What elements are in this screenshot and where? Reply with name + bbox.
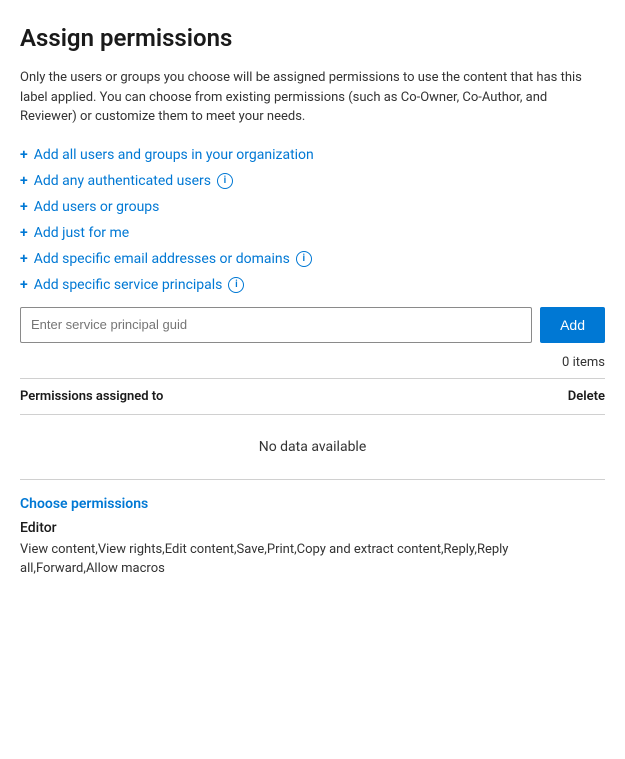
add-email-domains-label: Add specific email addresses or domains: [34, 251, 290, 267]
add-just-me-label: Add just for me: [34, 225, 130, 241]
plus-icon-4: +: [20, 225, 28, 241]
add-all-users-link[interactable]: + Add all users and groups in your organ…: [20, 147, 605, 163]
description-text: Only the users or groups you choose will…: [20, 68, 605, 127]
add-all-users-label: Add all users and groups in your organiz…: [34, 147, 314, 163]
plus-icon-3: +: [20, 199, 28, 215]
info-icon-authenticated[interactable]: i: [217, 173, 233, 189]
add-just-me-link[interactable]: + Add just for me: [20, 225, 605, 241]
add-authenticated-label: Add any authenticated users: [34, 173, 211, 189]
no-data-message: No data available: [20, 415, 605, 480]
service-principal-input[interactable]: [20, 307, 532, 343]
add-email-domains-link[interactable]: + Add specific email addresses or domain…: [20, 251, 605, 267]
column-delete: Delete: [568, 389, 605, 404]
add-authenticated-link[interactable]: + Add any authenticated users i: [20, 173, 605, 189]
table-header: Permissions assigned to Delete: [20, 379, 605, 415]
plus-icon-5: +: [20, 251, 28, 267]
choose-permissions-link[interactable]: Choose permissions: [20, 496, 148, 512]
page-title: Assign permissions: [20, 24, 605, 52]
add-service-principal-button[interactable]: Add: [540, 307, 605, 343]
add-service-principals-label: Add specific service principals: [34, 277, 223, 293]
plus-icon-2: +: [20, 173, 28, 189]
column-permissions-assigned-to: Permissions assigned to: [20, 389, 163, 404]
service-principal-row: Add: [20, 307, 605, 343]
actions-section: + Add all users and groups in your organ…: [20, 147, 605, 293]
info-icon-email-domains[interactable]: i: [296, 251, 312, 267]
plus-icon-6: +: [20, 277, 28, 293]
choose-permissions-section: Choose permissions Editor View content,V…: [20, 496, 605, 579]
permissions-details: View content,View rights,Edit content,Sa…: [20, 540, 605, 579]
items-count: 0 items: [20, 355, 605, 370]
permissions-role: Editor: [20, 520, 605, 536]
add-service-principals-link[interactable]: + Add specific service principals i: [20, 277, 605, 293]
plus-icon-1: +: [20, 147, 28, 163]
add-users-groups-label: Add users or groups: [34, 199, 160, 215]
add-users-groups-link[interactable]: + Add users or groups: [20, 199, 605, 215]
info-icon-service-principals[interactable]: i: [228, 277, 244, 293]
